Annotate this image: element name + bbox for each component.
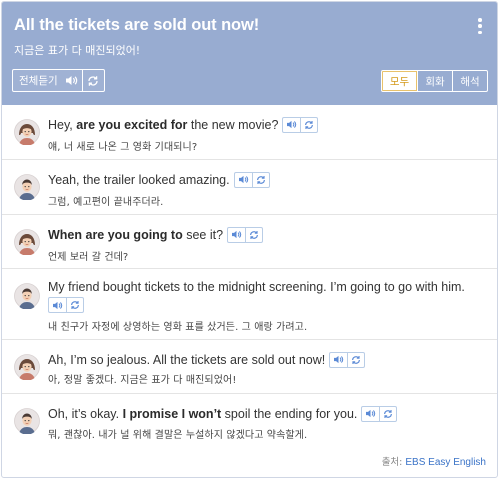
repeat-icon [88, 75, 98, 86]
speaker-icon [287, 121, 297, 129]
kebab-menu-icon[interactable] [473, 16, 487, 36]
english-line: Oh, it’s okay. I promise I won’t spoil t… [48, 405, 489, 423]
dialogue-row: Oh, it’s okay. I promise I won’t spoil t… [2, 394, 497, 449]
repeat-icon [305, 120, 314, 129]
avatar-male [14, 174, 40, 201]
repeat-line-button[interactable] [245, 227, 262, 242]
korean-translation: 아, 정말 좋겠다. 지금은 표가 다 매진되었어! [48, 375, 237, 386]
line-controls [48, 297, 84, 313]
line-text: Oh, it’s okay. [48, 407, 123, 421]
dialogue-row: Hey, are you excited for the new movie? 얘… [2, 105, 497, 160]
korean-translation: 언제 보러 갈 건데? [48, 252, 129, 263]
english-line: Hey, are you excited for the new movie? [48, 116, 489, 134]
play-all-label[interactable]: 전체듣기 [13, 70, 62, 91]
repeat-icon [256, 175, 265, 184]
tab-all[interactable]: 모두 [382, 71, 417, 91]
tab-conversation[interactable]: 회화 [417, 71, 452, 91]
speaker-icon [53, 301, 63, 309]
play-all-repeat-button[interactable] [81, 70, 104, 91]
play-line-button[interactable] [49, 298, 66, 312]
avatar-male [14, 283, 40, 310]
play-all-speaker-button[interactable] [62, 70, 82, 91]
korean-translation: 뭐, 괜찮아. 내가 널 위해 결말은 누설하지 않겠다고 약속할게. [48, 430, 308, 441]
dialogue-row: Yeah, the trailer looked amazing. 그럼, 예고편… [2, 160, 497, 215]
repeat-icon [250, 230, 258, 239]
dialogue-row: When are you going to see it? 언제 보러 갈 건데? [2, 215, 497, 269]
repeat-icon [352, 355, 361, 364]
english-line: Yeah, the trailer looked amazing. [48, 171, 489, 189]
repeat-line-button[interactable] [379, 406, 396, 421]
repeat-line-button[interactable] [300, 117, 317, 132]
dialogue-row: My friend bought tickets to the midnight… [2, 269, 497, 340]
avatar-female [14, 354, 40, 381]
play-line-button[interactable] [235, 173, 252, 187]
english-line: When are you going to see it? [48, 226, 489, 244]
play-line-button[interactable] [330, 353, 347, 367]
key-expression: When are you going to [48, 228, 183, 242]
key-expression: I promise I won’t [122, 407, 222, 421]
korean-translation: 얘, 너 새로 나온 그 영화 기대되니? [48, 142, 198, 153]
source-link[interactable]: EBS Easy English [405, 457, 486, 468]
line-controls [329, 351, 366, 368]
card-header: All the tickets are sold out now! 지금은 표가… [2, 2, 497, 105]
tab-translation[interactable]: 해석 [452, 71, 487, 91]
line-controls [233, 171, 270, 188]
line-text: Ah, I’m so jealous. All the tickets are … [48, 353, 326, 367]
line-controls [227, 226, 264, 243]
repeat-line-button[interactable] [66, 298, 83, 312]
dialogue-card: All the tickets are sold out now! 지금은 표가… [1, 1, 498, 478]
speaker-icon [66, 76, 78, 85]
line-text: spoil the ending for you. [221, 407, 358, 421]
speaker-icon [238, 176, 248, 184]
repeat-icon [71, 301, 79, 309]
line-text: My friend bought tickets to the midnight… [48, 280, 465, 294]
line-text: Yeah, the trailer looked amazing. [48, 173, 230, 187]
play-line-button[interactable] [283, 118, 300, 132]
play-line-button[interactable] [228, 228, 245, 242]
line-text: Hey, [48, 118, 77, 132]
source-credit: 출처: EBS Easy English [382, 454, 486, 468]
avatar-female [14, 119, 40, 146]
line-controls [361, 405, 398, 422]
source-label: 출처: [381, 457, 406, 468]
repeat-line-button[interactable] [347, 352, 364, 367]
english-line: My friend bought tickets to the midnight… [48, 279, 489, 295]
page-subtitle: 지금은 표가 다 매진되었어! [14, 44, 141, 57]
line-text: see it? [182, 228, 224, 242]
repeat-line-button[interactable] [251, 172, 269, 187]
speaker-icon [334, 356, 344, 364]
korean-translation: 내 친구가 자정에 상영하는 영화 표를 샀거든. 그 애랑 가려고. [48, 322, 308, 333]
page-title: All the tickets are sold out now! [14, 16, 260, 34]
repeat-icon [384, 409, 393, 418]
speaker-icon [232, 231, 242, 239]
speaker-icon [366, 410, 376, 418]
line-controls [282, 116, 319, 133]
play-all-control: 전체듣기 [12, 69, 105, 92]
korean-translation: 그럼, 예고편이 끝내주더라. [48, 197, 164, 208]
key-expression: are you excited for [76, 118, 188, 132]
english-line: Ah, I’m so jealous. All the tickets are … [48, 351, 489, 369]
play-line-button[interactable] [362, 407, 379, 421]
avatar-female [14, 229, 40, 256]
dialogue-row: Ah, I’m so jealous. All the tickets are … [2, 340, 497, 394]
mode-tabs: 모두 회화 해석 [381, 70, 488, 92]
avatar-male [14, 408, 40, 435]
line-text: the new movie? [187, 118, 279, 132]
